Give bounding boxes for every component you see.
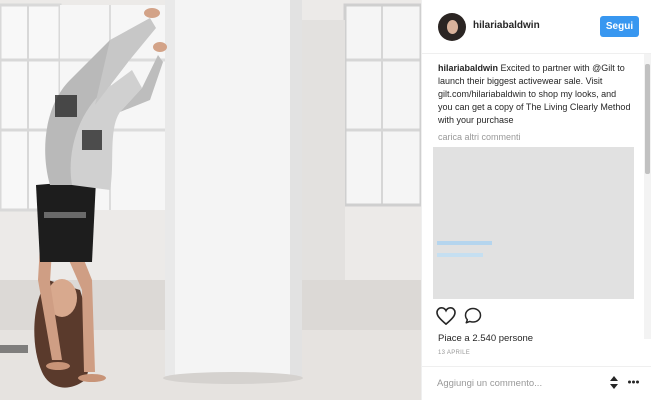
post-caption: hilariabaldwin Excited to partner with @… bbox=[438, 62, 633, 127]
comment-icon[interactable] bbox=[464, 307, 482, 325]
scrollbar[interactable] bbox=[644, 54, 651, 339]
post-header: hilariabaldwin Segui bbox=[422, 0, 651, 54]
more-options-icon[interactable] bbox=[628, 380, 639, 384]
comment-bar bbox=[422, 366, 651, 400]
likes-count[interactable]: Piace a 2.540 persone bbox=[438, 333, 533, 344]
stepper-icon[interactable] bbox=[609, 376, 619, 389]
caption-username[interactable]: hilariabaldwin bbox=[438, 63, 498, 73]
post-date: 13 APRILE bbox=[438, 350, 471, 356]
placeholder-line bbox=[437, 241, 492, 245]
avatar[interactable] bbox=[438, 13, 466, 41]
follow-button[interactable]: Segui bbox=[600, 16, 639, 37]
comments-placeholder-area bbox=[433, 147, 634, 299]
load-more-comments-link[interactable]: carica altri commenti bbox=[438, 132, 521, 142]
yoga-handstand-image bbox=[0, 0, 421, 400]
comment-input[interactable] bbox=[437, 376, 587, 390]
username-link[interactable]: hilariabaldwin bbox=[473, 20, 540, 31]
scrollbar-thumb[interactable] bbox=[645, 64, 650, 174]
post-sidebar: hilariabaldwin Segui hilariabaldwin Exci… bbox=[421, 0, 651, 400]
post-photo bbox=[0, 0, 421, 400]
placeholder-line bbox=[437, 253, 483, 257]
heart-icon[interactable] bbox=[436, 307, 456, 325]
